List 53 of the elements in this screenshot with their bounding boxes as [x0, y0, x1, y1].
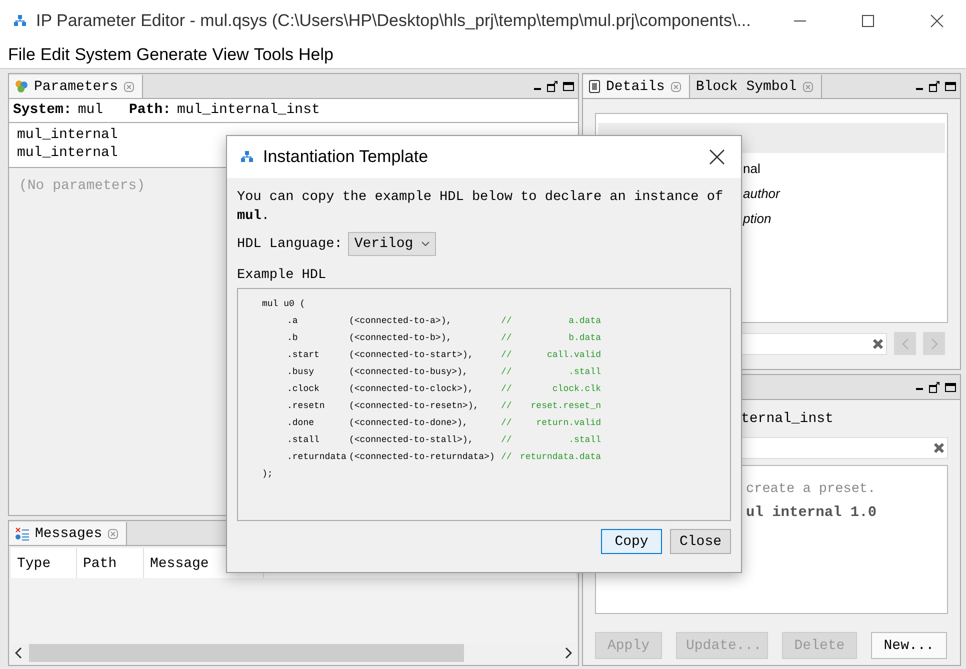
language-label: HDL Language:: [237, 236, 342, 252]
port-connection: (<connected-to-b>),: [349, 332, 452, 342]
port-name: .returndata: [287, 452, 346, 462]
signal-name: clock.clk: [552, 384, 601, 394]
port-connection: (<connected-to-clock>),: [349, 384, 474, 394]
code-line: mul u0 (: [262, 298, 306, 308]
port-name: .a: [287, 316, 298, 326]
comment-mark: //: [501, 452, 512, 462]
signal-name: .stall: [568, 366, 601, 376]
port-name: .clock: [287, 384, 320, 394]
signal-name: a.data: [568, 316, 601, 326]
comment-mark: //: [501, 366, 512, 376]
signal-name: returndata.data: [520, 452, 601, 462]
comment-mark: //: [501, 400, 512, 410]
port-name: .b: [287, 332, 298, 342]
signal-name: .stall: [568, 434, 601, 444]
comment-mark: //: [501, 350, 512, 360]
port-connection: (<connected-to-done>),: [349, 418, 468, 428]
window-title: IP Parameter Editor - mul.qsys (C:\Users\HP\Desktop\hls_prj\temp\temp\mul.prj\components\...: [36, 11, 751, 31]
comment-mark: //: [501, 434, 512, 444]
port-name: .start: [287, 350, 320, 360]
port-connection: (<connected-to-stall>),: [349, 434, 474, 444]
path-text: ternal_inst: [741, 411, 834, 429]
path-label: Path:: [129, 102, 172, 118]
detail-text: author: [743, 186, 780, 203]
port-name: .resetn: [287, 400, 325, 410]
port-connection: (<connected-to-a>),: [349, 316, 452, 326]
signal-name: reset.reset_n: [530, 400, 601, 410]
comment-mark: //: [501, 384, 512, 394]
signal-name: b.data: [568, 332, 601, 342]
detail-text: ption: [743, 211, 772, 228]
empty-message: (No parameters): [19, 178, 146, 194]
code-line: );: [262, 468, 273, 478]
port-connection: (<connected-to-start>),: [349, 350, 474, 360]
intro-text: You can copy the example HDL below to declare an instance of mul.: [237, 189, 724, 226]
comment-mark: //: [501, 418, 512, 428]
system-label: System:: [13, 102, 72, 118]
system-value: mul: [78, 102, 104, 118]
comment-mark: //: [501, 332, 512, 342]
port-name: .done: [287, 418, 314, 428]
dialog-title: Instantiation Template: [263, 147, 428, 167]
port-connection: (<connected-to-returndata>): [349, 452, 495, 462]
port-name: .busy: [287, 366, 314, 376]
signal-name: return.valid: [536, 418, 601, 428]
section-label: Example HDL: [237, 268, 328, 283]
port-connection: (<connected-to-resetn>),: [349, 400, 479, 410]
hint-text: create a preset.: [746, 482, 876, 497]
path-value: mul_internal_inst: [177, 102, 320, 118]
port-connection: (<connected-to-busy>),: [349, 366, 468, 376]
detail-text: nal: [743, 161, 760, 178]
port-name: .stall: [287, 434, 320, 444]
signal-name: call.valid: [546, 350, 601, 360]
comment-mark: //: [501, 316, 512, 326]
